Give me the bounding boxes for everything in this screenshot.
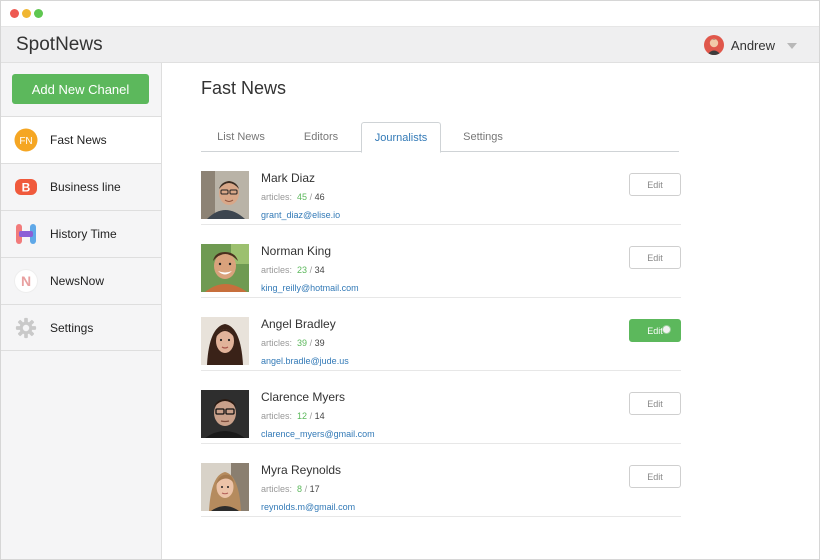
newsnow-logo-icon: N — [14, 269, 38, 293]
articles-total: 17 — [309, 484, 320, 494]
edit-button[interactable]: Edit — [629, 392, 681, 415]
close-window-button[interactable] — [10, 9, 19, 18]
journalist-name: Norman King — [261, 244, 332, 258]
articles-separator: / — [304, 484, 308, 494]
journalist-email[interactable]: king_reilly@hotmail.com — [261, 283, 359, 293]
journalist-articles: articles: 8 / 17 — [261, 484, 320, 494]
edit-button[interactable]: Edit — [629, 246, 681, 269]
maximize-window-button[interactable] — [34, 9, 43, 18]
sidebar-item-label: Settings — [50, 320, 94, 335]
journalist-photo — [201, 390, 249, 438]
articles-label: articles: — [261, 338, 293, 348]
history-time-logo-icon — [14, 222, 38, 246]
journalist-row: Clarence Myers articles: 12 / 14 clarenc… — [201, 371, 681, 444]
business-line-logo-icon: B — [14, 175, 38, 199]
journalist-email[interactable]: reynolds.m@gmail.com — [261, 502, 355, 512]
tab-list-news[interactable]: List News — [207, 122, 275, 152]
journalist-photo — [201, 244, 249, 292]
articles-label: articles: — [261, 411, 293, 421]
articles-done: 8 — [297, 484, 303, 494]
articles-separator: / — [309, 338, 313, 348]
app-header: SpotNews Andrew — [1, 26, 819, 63]
journalist-email[interactable]: clarence_myers@gmail.com — [261, 429, 375, 439]
fast-news-logo-icon: FN — [14, 128, 38, 152]
journalist-articles: articles: 45 / 46 — [261, 192, 325, 202]
chevron-down-icon[interactable] — [787, 43, 797, 49]
journalist-photo — [201, 171, 249, 219]
articles-total: 14 — [314, 411, 325, 421]
journalist-name: Clarence Myers — [261, 390, 346, 404]
page-title: Fast News — [201, 78, 287, 98]
window-titlebar — [1, 1, 819, 26]
business-line-logo-text: B — [22, 181, 31, 195]
articles-label: articles: — [261, 265, 293, 275]
edit-button[interactable]: Edit — [629, 173, 681, 196]
fast-news-logo-text: FN — [19, 136, 32, 147]
channel-list: FN Fast News B Business line History Tim… — [1, 116, 161, 351]
articles-separator: / — [309, 265, 313, 275]
journalist-row: Angel Bradley articles: 39 / 39 angel.br… — [201, 298, 681, 371]
sidebar-item-label: NewsNow — [50, 274, 105, 288]
user-avatar — [703, 35, 724, 55]
journalist-list: Mark Diaz articles: 45 / 46 grant_diaz@e… — [201, 152, 681, 517]
sidebar: Add New Chanel FN Fast News B Business l… — [1, 63, 162, 559]
journalist-row: Myra Reynolds articles: 8 / 17 reynolds.… — [201, 444, 681, 517]
articles-separator: / — [309, 192, 313, 202]
journalist-photo — [201, 317, 249, 365]
tab-journalists[interactable]: Journalists — [361, 122, 441, 153]
sidebar-item-business-line[interactable]: B Business line — [1, 163, 161, 210]
minimize-window-button[interactable] — [22, 9, 31, 18]
sidebar-item-newsnow[interactable]: N NewsNow — [1, 257, 161, 304]
articles-label: articles: — [261, 192, 293, 202]
articles-total: 34 — [314, 265, 325, 275]
articles-done: 12 — [297, 411, 308, 421]
add-new-channel-button[interactable]: Add New Chanel — [12, 74, 149, 104]
articles-separator: / — [309, 411, 313, 421]
sidebar-item-label: History Time — [50, 227, 117, 241]
journalist-articles: articles: 39 / 39 — [261, 338, 325, 348]
newsnow-logo-text: N — [21, 273, 31, 289]
sidebar-item-label: Fast News — [50, 133, 107, 147]
sidebar-item-history-time[interactable]: History Time — [1, 210, 161, 257]
journalist-name: Myra Reynolds — [261, 463, 342, 477]
journalist-articles: articles: 12 / 14 — [261, 411, 325, 421]
edit-button-active[interactable]: Edit — [629, 319, 681, 342]
journalist-name: Mark Diaz — [261, 171, 316, 185]
journalist-name: Angel Bradley — [261, 317, 336, 331]
journalist-articles: articles: 23 / 34 — [261, 265, 325, 275]
journalist-email[interactable]: angel.bradle@jude.us — [261, 356, 349, 366]
journalist-row: Norman King articles: 23 / 34 king_reill… — [201, 225, 681, 298]
app-window: SpotNews Andrew Add New Chanel FN Fast N… — [0, 0, 820, 560]
journalist-email[interactable]: grant_diaz@elise.io — [261, 210, 340, 220]
sidebar-item-settings[interactable]: Settings — [1, 304, 161, 351]
journalist-photo — [201, 463, 249, 511]
sidebar-item-fast-news[interactable]: FN Fast News — [1, 116, 161, 163]
journalist-row: Mark Diaz articles: 45 / 46 grant_diaz@e… — [201, 152, 681, 225]
app-title: SpotNews — [16, 34, 103, 55]
gear-icon — [14, 316, 38, 340]
user-menu[interactable]: Andrew — [703, 34, 797, 56]
main-content: Fast News List News Editors Journalists … — [163, 63, 819, 559]
tab-settings[interactable]: Settings — [451, 122, 515, 152]
tab-editors[interactable]: Editors — [291, 122, 351, 152]
sidebar-item-label: Business line — [50, 180, 121, 194]
articles-done: 23 — [297, 265, 308, 275]
articles-total: 46 — [314, 192, 325, 202]
tab-bar: List News Editors Journalists Settings — [201, 122, 679, 153]
touch-cursor-icon — [662, 325, 671, 334]
edit-button[interactable]: Edit — [629, 465, 681, 488]
articles-done: 45 — [297, 192, 308, 202]
user-name: Andrew — [730, 37, 775, 53]
articles-label: articles: — [261, 484, 293, 494]
articles-done: 39 — [297, 338, 308, 348]
articles-total: 39 — [314, 338, 325, 348]
edit-button-label: Edit — [647, 325, 663, 336]
